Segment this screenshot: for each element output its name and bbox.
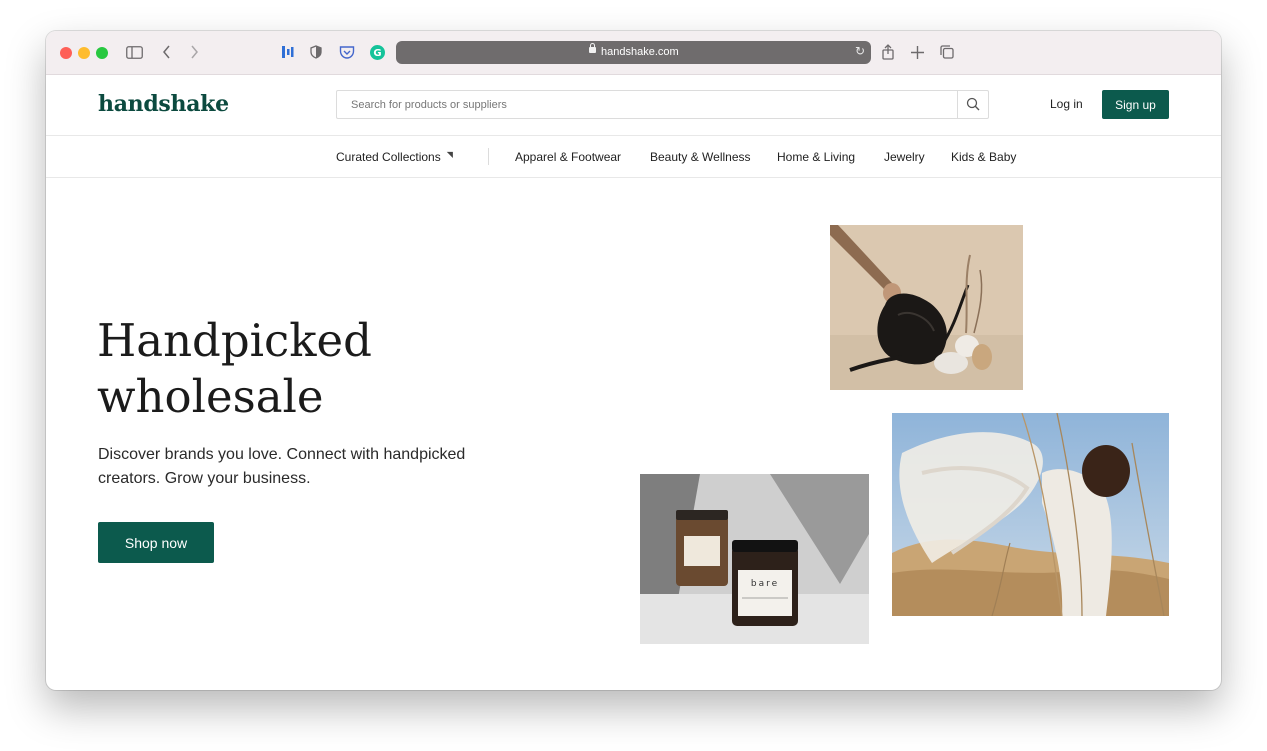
hero-image-field [892, 413, 1169, 616]
tab-overview-icon[interactable] [938, 42, 956, 62]
close-window-button[interactable] [60, 47, 72, 59]
nav-item-curated-collections[interactable]: Curated Collections ◥ [336, 150, 453, 164]
forward-icon[interactable] [186, 42, 202, 62]
search-bar [336, 90, 989, 119]
pocket-icon[interactable] [338, 42, 356, 62]
nav-item-beauty-wellness[interactable]: Beauty & Wellness [650, 150, 751, 164]
nav-item-home-living[interactable]: Home & Living [777, 150, 855, 164]
search-icon [966, 97, 980, 111]
browser-toolbar: G handshake.com ↻ [46, 31, 1221, 75]
hero-subtitle: Discover brands you love. Connect with h… [98, 446, 466, 487]
nav-divider [46, 177, 1221, 178]
lock-icon [589, 43, 596, 53]
address-bar[interactable]: handshake.com ↻ [396, 41, 871, 64]
grammarly-icon[interactable]: G [368, 42, 386, 62]
address-bar-url: handshake.com [601, 46, 679, 58]
extension-bars-icon[interactable] [280, 42, 296, 62]
hero-title: Handpicked wholesale [97, 313, 517, 425]
nav-item-label: Curated Collections [336, 150, 441, 164]
reload-icon[interactable]: ↻ [855, 44, 865, 58]
zoom-window-button[interactable] [96, 47, 108, 59]
search-button[interactable] [957, 91, 988, 118]
hero-title-line-2: wholesale [97, 370, 324, 423]
jar-label: bare [751, 579, 779, 589]
privacy-shield-icon[interactable] [308, 42, 324, 62]
hero-image-jars: bare [640, 474, 869, 644]
share-icon[interactable] [880, 42, 896, 62]
login-link[interactable]: Log in [1050, 97, 1083, 111]
nav-item-jewelry[interactable]: Jewelry [884, 150, 925, 164]
hero-image-bag [830, 225, 1023, 390]
browser-window: G handshake.com ↻ handshake Log in Sign … [46, 31, 1221, 690]
back-icon[interactable] [158, 42, 174, 62]
nav-item-kids-baby[interactable]: Kids & Baby [951, 150, 1016, 164]
svg-text:G: G [373, 48, 381, 59]
new-tab-icon[interactable] [908, 42, 926, 62]
site-logo[interactable]: handshake [98, 91, 229, 117]
nav-separator [488, 148, 489, 165]
sidebar-toggle-icon[interactable] [124, 42, 144, 62]
nav-item-apparel-footwear[interactable]: Apparel & Footwear [515, 150, 621, 164]
header-divider [46, 135, 1221, 136]
minimize-window-button[interactable] [78, 47, 90, 59]
signup-button[interactable]: Sign up [1102, 90, 1169, 119]
shop-now-button[interactable]: Shop now [98, 522, 214, 563]
hero-title-line-1: Handpicked [97, 314, 372, 367]
chevron-down-icon: ◥ [446, 150, 453, 159]
search-input[interactable] [337, 91, 971, 118]
